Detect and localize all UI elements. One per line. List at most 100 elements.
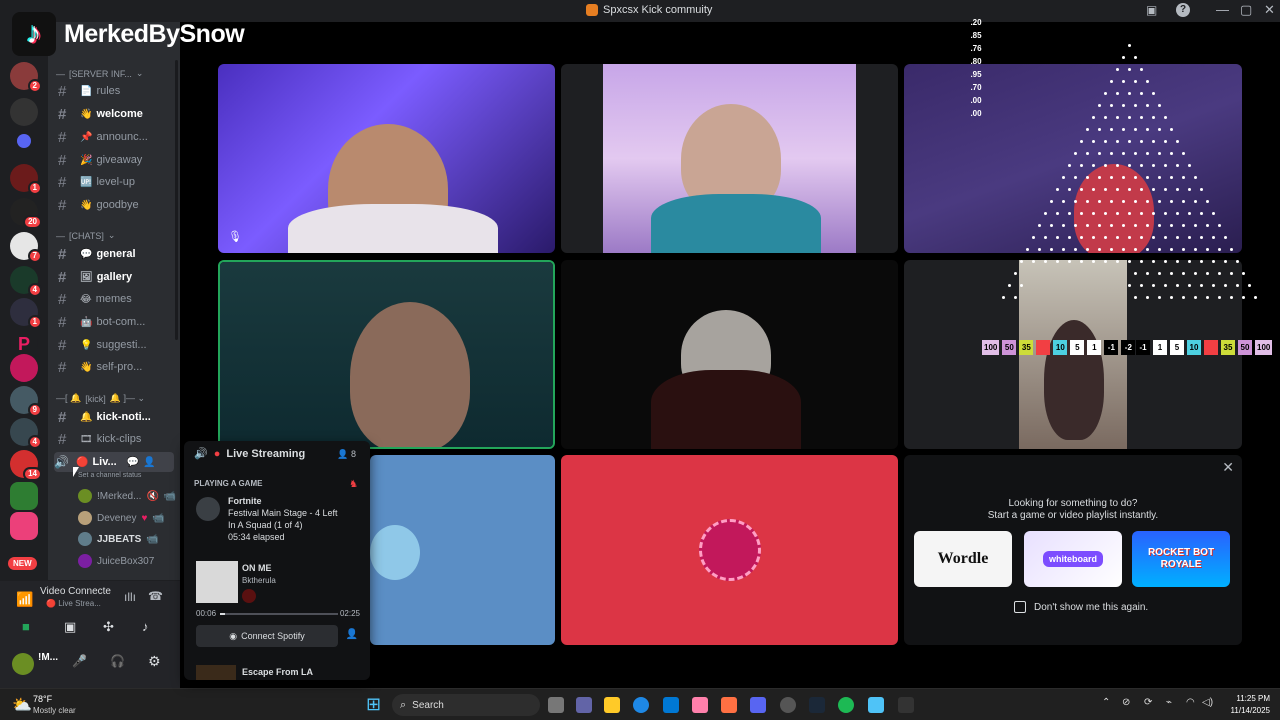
inbox-icon[interactable]: ▣	[1146, 3, 1157, 17]
activity-card-whiteboard[interactable]: whiteboard	[1024, 531, 1122, 587]
steam-icon[interactable]	[809, 697, 825, 713]
signal-icon[interactable]: 📶	[16, 591, 33, 608]
server-icon[interactable]	[10, 482, 38, 510]
store-icon[interactable]	[663, 697, 679, 713]
taskbar-search[interactable]: ⌕ Search	[392, 694, 540, 716]
app-icon[interactable]	[780, 697, 796, 713]
channel-self-promo[interactable]: # 👋 self-pro...	[58, 357, 178, 377]
settings-gear-icon[interactable]: ⚙	[148, 653, 161, 670]
windows-start-icon[interactable]: ⊞	[366, 695, 381, 713]
server-icon[interactable]: 1	[10, 298, 42, 329]
channel-giveaway[interactable]: # 🎉 giveaway	[58, 150, 178, 170]
channel-welcome[interactable]: # 👋 welcome	[58, 104, 178, 124]
screen-share-icon[interactable]: ▣	[64, 619, 76, 635]
voice-channel-live-streaming[interactable]: 🔊 🔴 Liv... 💬 👤	[54, 452, 174, 472]
channel-memes[interactable]: # 😂 memes	[58, 289, 178, 309]
tray-icon[interactable]: ⌁	[1166, 697, 1172, 708]
avatar-tile[interactable]	[370, 455, 555, 645]
soundboard-icon[interactable]: ♪	[142, 619, 149, 634]
channel-rules[interactable]: # 📄 rules	[58, 81, 178, 101]
voice-channel-name[interactable]: 🔴 Live Strea...	[46, 599, 101, 608]
activities-icon[interactable]: ✣	[103, 619, 114, 635]
server-icon[interactable]: 4	[10, 266, 42, 297]
category-chats[interactable]: — [CHATS] ⌄	[56, 230, 115, 241]
weather-icon[interactable]: ⛅	[12, 695, 32, 715]
weather-temp[interactable]: 78°F	[33, 694, 52, 704]
noise-suppression-icon[interactable]: ıllı	[124, 590, 136, 604]
tray-icon[interactable]: ⊘	[1122, 697, 1130, 708]
server-icon[interactable]: 4	[10, 418, 42, 449]
channel-status-hint[interactable]: Set a channel status	[78, 472, 141, 479]
weather-desc[interactable]: Mostly clear	[33, 706, 76, 715]
checkbox[interactable]	[1014, 601, 1026, 613]
new-badge[interactable]: NEW	[8, 557, 37, 570]
task-view-icon[interactable]	[548, 697, 564, 713]
channel-gallery[interactable]: # 🖼 gallery	[58, 267, 178, 287]
activity-card-rocket-bot[interactable]: ROCKET BOT ROYALE	[1132, 531, 1230, 587]
channel-kick-notifications[interactable]: # 🔔 kick-noti...	[58, 407, 178, 427]
voice-user[interactable]: Deveney ♥ 📹	[78, 511, 165, 525]
server-icon[interactable]: 9	[10, 386, 42, 417]
close-window-button[interactable]: ✕	[1264, 2, 1275, 18]
channel-general[interactable]: # 💬 general	[58, 244, 178, 264]
channel-suggestions[interactable]: # 💡 suggesti...	[58, 335, 178, 355]
channel-level-up[interactable]: # 🆙 level-up	[58, 172, 178, 192]
folder-icon[interactable]	[17, 134, 31, 148]
notepad-icon[interactable]	[868, 697, 884, 713]
invite-icon[interactable]: 👤	[346, 629, 358, 640]
epic-games-icon[interactable]	[898, 697, 914, 713]
activity-card-wordle[interactable]: Wordle	[914, 531, 1012, 587]
spotify-icon[interactable]	[838, 697, 854, 713]
channel-scrollbar[interactable]	[175, 60, 178, 340]
server-icon[interactable]	[10, 512, 38, 540]
connect-spotify-button[interactable]: ◉ Connect Spotify	[196, 625, 338, 647]
server-icon[interactable]	[10, 98, 38, 126]
server-icon[interactable]: 2	[10, 62, 42, 93]
server-icon[interactable]	[10, 354, 38, 382]
avatar-tile[interactable]	[561, 455, 898, 645]
disconnect-icon[interactable]: ☎	[148, 589, 163, 603]
category-server-info[interactable]: — [SERVER INF... ⌄	[56, 68, 143, 79]
voice-user[interactable]: JJBEATS 📹	[78, 532, 159, 546]
invite-icon[interactable]: 👤	[143, 457, 155, 468]
channel-bot-commands[interactable]: # 🤖 bot-com...	[58, 312, 178, 332]
avatar[interactable]	[12, 653, 34, 675]
category-kick[interactable]: —[ 🔔 [kick] 🔔 ]— ⌄	[56, 393, 145, 404]
minimize-button[interactable]: —	[1216, 2, 1229, 17]
server-icon[interactable]: 1	[10, 164, 42, 195]
voice-user[interactable]: JuiceBox307	[78, 554, 154, 568]
volume-icon[interactable]: ◁)	[1202, 697, 1213, 708]
headset-icon[interactable]: 🎧	[110, 654, 125, 668]
app-icon[interactable]	[692, 697, 708, 713]
channel-goodbye[interactable]: # 👋 goodbye	[58, 195, 178, 215]
teams-icon[interactable]	[576, 697, 592, 713]
channel-kick-clips[interactable]: # 🎞 kick-clips	[58, 429, 178, 449]
video-tile[interactable]	[561, 260, 898, 449]
maximize-button[interactable]: ▢	[1240, 2, 1252, 18]
clock-date[interactable]: 11/14/2025	[1220, 706, 1270, 715]
chevron-up-icon[interactable]: ⌃	[1102, 697, 1110, 708]
camera-icon[interactable]: ■	[22, 619, 30, 634]
dont-show-again[interactable]: Don't show me this again.	[1014, 601, 1148, 613]
mute-mic-icon[interactable]: 🎤	[72, 654, 87, 668]
voice-user[interactable]: !Merked... 🔇 📹	[78, 489, 176, 503]
server-icon[interactable]: 7	[10, 232, 42, 263]
close-icon[interactable]: ✕	[1222, 459, 1234, 476]
video-tile[interactable]: 🎙	[218, 64, 555, 253]
help-icon[interactable]: ?	[1176, 3, 1190, 17]
wifi-icon[interactable]: ◠	[1186, 697, 1195, 708]
file-explorer-icon[interactable]	[604, 697, 620, 713]
discord-icon[interactable]	[750, 697, 766, 713]
video-tile-speaking[interactable]	[218, 260, 555, 449]
edge-icon[interactable]	[633, 697, 649, 713]
channel-announcements[interactable]: # 📌 announc...	[58, 127, 178, 147]
server-icon[interactable]: 14	[10, 450, 42, 481]
server-icon[interactable]: 20	[10, 198, 42, 229]
clock-time[interactable]: 11:25 PM	[1226, 694, 1270, 703]
video-tile[interactable]	[904, 64, 1242, 253]
video-tile[interactable]	[561, 64, 898, 253]
score-cell: 5	[1070, 340, 1085, 355]
copilot-icon[interactable]	[721, 697, 737, 713]
tray-icon[interactable]: ⟳	[1144, 697, 1152, 708]
chat-bubble-icon[interactable]: 💬	[127, 457, 139, 468]
